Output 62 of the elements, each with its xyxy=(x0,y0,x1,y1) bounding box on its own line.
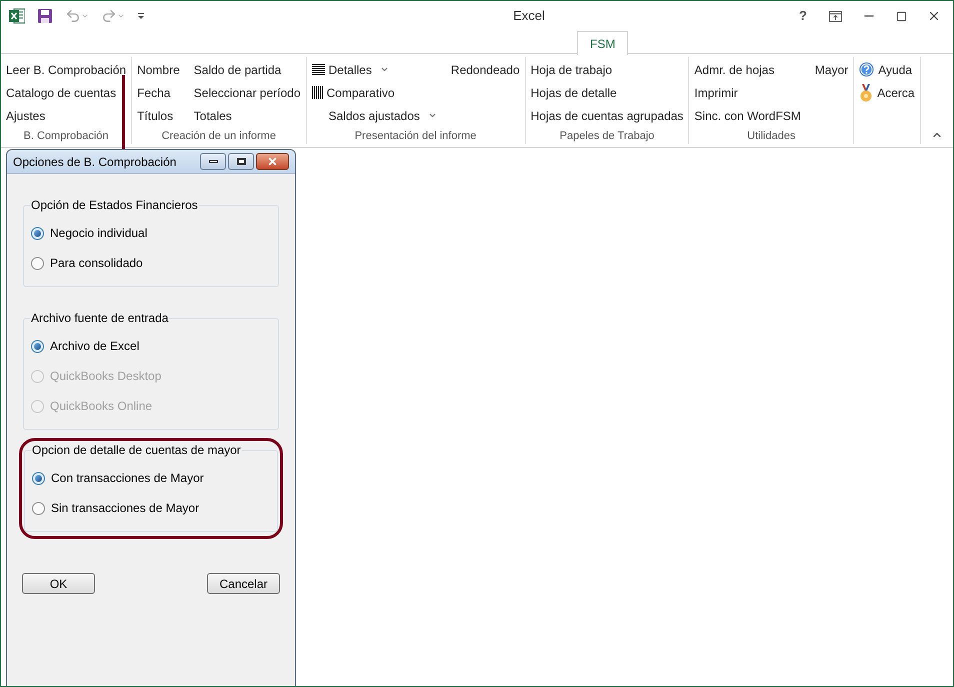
window-title: Excel xyxy=(513,7,545,26)
radio-button[interactable] xyxy=(31,256,44,270)
ribbon-button[interactable]: Hojas de cuentas agrupadas xyxy=(528,104,686,127)
radio-button[interactable] xyxy=(32,502,45,514)
group-legend: Opción de Estados Financieros xyxy=(30,196,199,214)
ribbon-button[interactable]: Títulos xyxy=(134,104,183,127)
lines-icon xyxy=(312,64,324,75)
ribbon-button[interactable]: Catalogo de cuentas xyxy=(3,81,130,104)
radio-option[interactable]: Archivo de Excel xyxy=(31,337,271,355)
radio-button[interactable] xyxy=(32,472,45,484)
ribbon-button[interactable]: Sinc. con WordFSM xyxy=(691,104,804,127)
ribbon-button[interactable]: Ayuda xyxy=(856,58,918,81)
dialog-button[interactable]: OK xyxy=(22,573,95,594)
group-legend: Opcion de detalle de cuentas de mayor xyxy=(31,441,242,459)
close-icon[interactable] xyxy=(927,9,941,23)
medal-icon xyxy=(859,84,874,102)
ribbon-button[interactable]: Hoja de trabajo xyxy=(528,58,686,81)
dialog-button[interactable]: Cancelar xyxy=(207,573,280,594)
ribbon-button[interactable]: Imprimir xyxy=(691,81,804,104)
ribbon-button[interactable]: Leer B. Comprobación xyxy=(3,58,130,81)
radio-option[interactable]: Para consolidado xyxy=(31,254,271,272)
group-label: Presentación del informe xyxy=(354,129,478,144)
ribbon-button[interactable]: Admr. de hojas xyxy=(691,58,804,81)
help-icon xyxy=(859,62,874,77)
caret-icon xyxy=(380,65,389,74)
close-icon xyxy=(267,156,278,167)
customize-toolbar-icon[interactable] xyxy=(137,12,145,20)
minimize-button[interactable] xyxy=(200,153,226,170)
ribbon-button[interactable]: Saldo de partida xyxy=(190,58,304,81)
ribbon-button[interactable]: Saldos ajustados xyxy=(308,104,440,127)
ribbon-button[interactable]: Ajustes xyxy=(3,104,130,127)
bars-icon xyxy=(312,86,322,99)
radio-option[interactable]: Negocio individual xyxy=(31,224,271,242)
ribbon-button[interactable]: Acerca xyxy=(856,81,918,104)
ribbon-button[interactable]: Detalles xyxy=(308,58,440,81)
group-label: Creación de un informe xyxy=(160,129,277,144)
radio-option[interactable]: Sin transacciones de Mayor xyxy=(32,499,270,517)
close-button[interactable] xyxy=(256,153,289,170)
caret-icon xyxy=(428,111,437,120)
ribbon-button[interactable]: Redondeado xyxy=(448,58,523,81)
maximize-icon[interactable] xyxy=(896,10,907,22)
ribbon-button[interactable]: Hojas de detalle xyxy=(528,81,686,104)
group-label: Papeles de Trabajo xyxy=(558,129,656,144)
ribbon-button[interactable]: Comparativo xyxy=(308,81,440,104)
dialog-title: Opciones de B. Comprobación xyxy=(13,154,178,170)
ribbon-display-icon[interactable] xyxy=(829,10,842,22)
help-button[interactable]: ? xyxy=(793,6,813,26)
group-label: B. Comprobación xyxy=(22,129,110,144)
maximize-button[interactable] xyxy=(228,153,254,170)
ribbon-button[interactable]: Fecha xyxy=(134,81,183,104)
group-legend: Archivo fuente de entrada xyxy=(30,309,170,327)
radio-button[interactable] xyxy=(31,340,44,352)
group-label: Utilidades xyxy=(746,129,796,144)
ribbon-button[interactable]: Mayor xyxy=(812,58,852,81)
radio-button[interactable] xyxy=(31,226,44,240)
radio-option[interactable]: Con transacciones de Mayor xyxy=(32,469,270,487)
ribbon-button[interactable]: Totales xyxy=(190,104,304,127)
spreadsheet-app-icon[interactable] xyxy=(9,8,25,24)
ribbon-button[interactable]: Seleccionar período xyxy=(190,81,304,104)
ribbon-tab[interactable]: FSM xyxy=(577,31,628,55)
save-icon[interactable] xyxy=(37,8,53,24)
ribbon-button[interactable]: Nombre xyxy=(134,58,183,81)
